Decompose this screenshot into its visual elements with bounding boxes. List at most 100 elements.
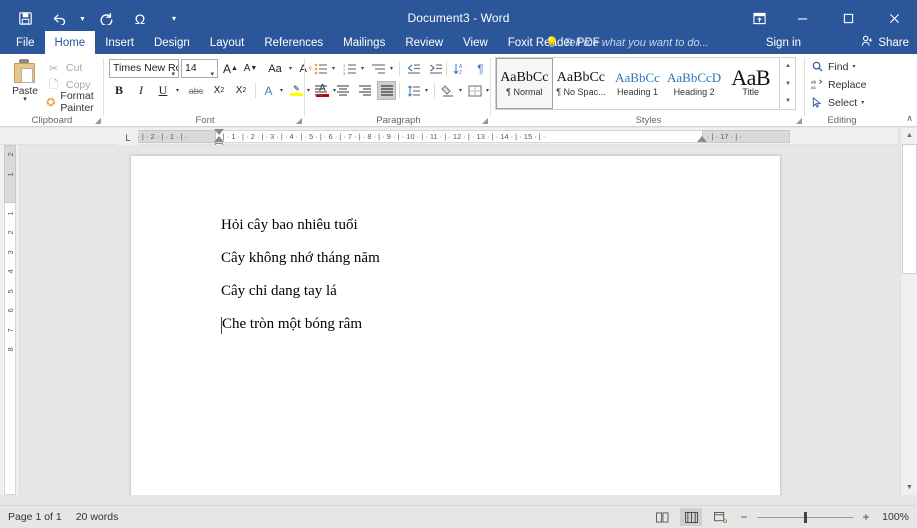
- zoom-level[interactable]: 100%: [879, 511, 909, 523]
- first-line-indent-marker[interactable]: [214, 129, 224, 135]
- page-count[interactable]: Page 1 of 1: [8, 511, 62, 523]
- tab-design[interactable]: Design: [144, 31, 200, 54]
- superscript-button[interactable]: X2: [231, 81, 251, 100]
- multilevel-list-dropdown-icon[interactable]: ▾: [387, 59, 396, 78]
- undo-icon[interactable]: [42, 4, 76, 34]
- font-name-input[interactable]: Times New Ro ▾: [109, 59, 179, 78]
- replace-button[interactable]: abac Replace: [810, 76, 867, 93]
- strikethrough-button[interactable]: abc: [185, 81, 207, 100]
- share-button[interactable]: Share: [861, 31, 909, 54]
- change-case-dropdown-icon[interactable]: ▾: [286, 59, 295, 78]
- tell-me-search[interactable]: 💡 Tell me what you want to do...: [545, 31, 709, 54]
- zoom-in-button[interactable]: +: [860, 510, 872, 524]
- document-line[interactable]: Cây không nhớ tháng năm: [221, 251, 691, 284]
- justify-button[interactable]: [377, 81, 396, 100]
- select-dropdown-icon[interactable]: ▾: [861, 99, 864, 106]
- show-formatting-marks-button[interactable]: ¶: [471, 59, 490, 78]
- read-mode-button[interactable]: [651, 508, 673, 526]
- bullets-dropdown-icon[interactable]: ▾: [329, 59, 338, 78]
- font-dialog-launcher[interactable]: ◢: [296, 116, 302, 125]
- increase-indent-button[interactable]: [426, 59, 445, 78]
- document-line[interactable]: Cây chỉ dang tay lá: [221, 284, 691, 317]
- tab-layout[interactable]: Layout: [200, 31, 255, 54]
- italic-button[interactable]: I: [131, 81, 151, 100]
- tab-view[interactable]: View: [453, 31, 498, 54]
- style-no-spacing[interactable]: AaBbCc ¶ No Spac...: [553, 58, 610, 109]
- tab-references[interactable]: References: [254, 31, 333, 54]
- save-icon[interactable]: [8, 4, 42, 34]
- bullets-button[interactable]: [311, 59, 330, 78]
- change-case-button[interactable]: Aa: [264, 59, 286, 78]
- hanging-indent-marker[interactable]: [214, 136, 224, 142]
- styles-dialog-launcher[interactable]: ◢: [796, 116, 802, 125]
- styles-scroll-down-icon[interactable]: ▼: [782, 76, 795, 92]
- style-heading-2[interactable]: AaBbCcD Heading 2: [666, 58, 723, 109]
- tab-home[interactable]: Home: [45, 31, 96, 54]
- shading-dropdown-icon[interactable]: ▾: [456, 81, 465, 100]
- style-heading-1[interactable]: AaBbCc Heading 1: [609, 58, 666, 109]
- document-body[interactable]: Hỏi cây bao nhiêu tuổi Cây không nhớ thá…: [221, 218, 691, 350]
- text-effects-dropdown-icon[interactable]: ▾: [277, 81, 286, 100]
- align-center-button[interactable]: [333, 81, 352, 100]
- underline-dropdown-icon[interactable]: ▾: [173, 81, 182, 100]
- tab-stop-selector[interactable]: L: [118, 130, 138, 145]
- paste-button[interactable]: Paste ▾: [6, 57, 44, 109]
- cut-button[interactable]: ✂ Cut: [44, 60, 82, 76]
- shrink-font-button[interactable]: A▼: [241, 59, 260, 78]
- select-button[interactable]: Select ▾: [810, 94, 864, 111]
- subscript-button[interactable]: X2: [209, 81, 229, 100]
- styles-scroll-up-icon[interactable]: ▲: [782, 58, 795, 74]
- tab-file[interactable]: File: [6, 31, 45, 54]
- scroll-up-icon[interactable]: ▲: [901, 128, 917, 143]
- align-right-button[interactable]: [355, 81, 374, 100]
- redo-icon[interactable]: [89, 4, 123, 34]
- print-layout-button[interactable]: [680, 508, 702, 526]
- style-title[interactable]: AaB Title: [722, 58, 779, 109]
- decrease-indent-button[interactable]: [404, 59, 423, 78]
- underline-button[interactable]: U: [153, 81, 173, 100]
- style-normal[interactable]: AaBbCc ¶ Normal: [496, 58, 553, 109]
- borders-button[interactable]: [465, 81, 484, 100]
- document-canvas[interactable]: Hỏi cây bao nhiêu tuổi Cây không nhớ thá…: [20, 145, 895, 495]
- font-name-dropdown-icon[interactable]: ▾: [171, 66, 175, 78]
- align-left-button[interactable]: [311, 81, 330, 100]
- zoom-handle[interactable]: [804, 512, 807, 523]
- tab-insert[interactable]: Insert: [95, 31, 144, 54]
- text-effects-button[interactable]: A: [259, 81, 278, 100]
- word-count[interactable]: 20 words: [76, 511, 119, 523]
- numbering-button[interactable]: 123: [340, 59, 359, 78]
- sort-button[interactable]: AZ: [450, 59, 469, 78]
- find-button[interactable]: Find ▾: [810, 58, 855, 75]
- line-spacing-button[interactable]: [404, 81, 423, 100]
- paragraph-dialog-launcher[interactable]: ◢: [482, 116, 488, 125]
- find-dropdown-icon[interactable]: ▾: [852, 63, 855, 70]
- tab-mailings[interactable]: Mailings: [333, 31, 395, 54]
- tab-review[interactable]: Review: [395, 31, 453, 54]
- shading-button[interactable]: [438, 81, 457, 100]
- vertical-scrollbar[interactable]: ▲ ▼: [900, 128, 917, 495]
- clipboard-dialog-launcher[interactable]: ◢: [95, 116, 101, 125]
- customize-qat-icon[interactable]: ▾: [157, 4, 191, 34]
- zoom-slider[interactable]: [757, 509, 853, 525]
- zoom-out-button[interactable]: −: [738, 510, 750, 524]
- web-layout-button[interactable]: [709, 508, 731, 526]
- symbol-omega-icon[interactable]: Ω: [123, 4, 157, 34]
- paste-dropdown-icon[interactable]: ▾: [23, 97, 27, 103]
- right-indent-marker[interactable]: [697, 136, 707, 142]
- document-line[interactable]: Che tròn một bóng râm: [221, 317, 691, 350]
- format-painter-button[interactable]: ✪ Format Painter: [44, 94, 104, 110]
- vertical-ruler[interactable]: 2 1 1 2 3 4 5 6 7 8: [0, 145, 20, 495]
- document-line[interactable]: Hỏi cây bao nhiêu tuổi: [221, 218, 691, 251]
- sign-in-button[interactable]: Sign in: [766, 31, 801, 54]
- line-spacing-dropdown-icon[interactable]: ▾: [422, 81, 431, 100]
- multilevel-list-button[interactable]: [369, 59, 388, 78]
- font-size-input[interactable]: 14 ▾: [181, 59, 218, 78]
- grow-font-button[interactable]: A▲: [221, 59, 240, 78]
- bold-button[interactable]: B: [109, 81, 129, 100]
- undo-dropdown-icon[interactable]: ▼: [76, 4, 89, 34]
- collapse-ribbon-button[interactable]: ∧: [906, 113, 913, 124]
- numbering-dropdown-icon[interactable]: ▾: [358, 59, 367, 78]
- document-page[interactable]: Hỏi cây bao nhiêu tuổi Cây không nhớ thá…: [130, 155, 781, 495]
- styles-more-icon[interactable]: ▼: [782, 93, 795, 109]
- scrollbar-thumb[interactable]: [902, 144, 917, 274]
